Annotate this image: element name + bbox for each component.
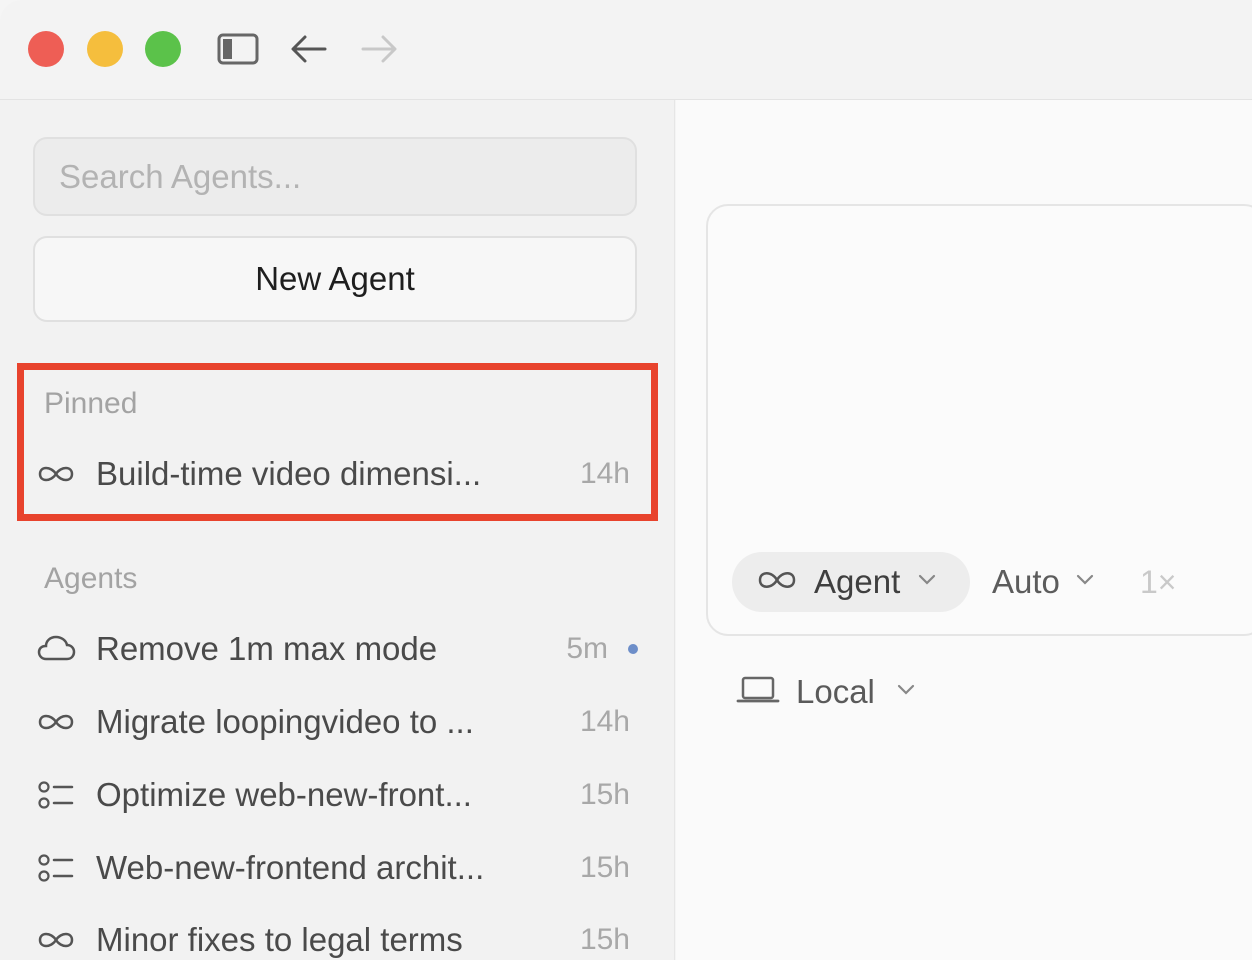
infinity-icon [756, 569, 798, 596]
environment-dropdown[interactable]: Local [736, 662, 915, 722]
agent-title: Optimize web-new-front... [96, 776, 472, 813]
agent-time: 14h [579, 705, 630, 738]
agent-time: 15h [579, 923, 630, 956]
agent-title: Migrate loopingvideo to ... [96, 703, 474, 740]
agent-time: 5m [566, 632, 608, 665]
checklist-icon [36, 775, 80, 815]
composer-box[interactable]: Agent Auto 1× [706, 204, 1252, 636]
pinned-item-title: Build-time video dimensi... [96, 455, 482, 492]
chevron-down-icon [897, 683, 915, 701]
agent-time: 15h [579, 778, 630, 811]
cloud-icon [36, 629, 80, 669]
agent-mode-label: Agent [814, 563, 901, 600]
unread-dot [628, 644, 638, 654]
pinned-item[interactable]: Build-time video dimensi... 14h [36, 444, 640, 504]
infinity-icon [36, 454, 80, 494]
minimize-window-button[interactable] [87, 31, 123, 67]
checklist-icon [36, 848, 80, 888]
chevron-down-icon [918, 573, 936, 591]
agent-list-item[interactable]: Optimize web-new-front... 15h [36, 765, 640, 825]
agent-list-item[interactable]: Remove 1m max mode 5m [36, 619, 640, 679]
agent-list-item[interactable]: Minor fixes to legal terms 15h [36, 910, 640, 960]
multiplier-badge[interactable]: 1× [1140, 552, 1176, 612]
agent-title: Remove 1m max mode [96, 630, 438, 667]
agents-header: Agents [44, 562, 138, 595]
model-label: Auto [992, 563, 1060, 600]
agent-list-item[interactable]: Migrate loopingvideo to ... 14h [36, 692, 640, 752]
sidebar: Search Agents... New Agent Pinned Build-… [0, 100, 675, 960]
back-arrow-icon[interactable] [286, 28, 332, 70]
pinned-header: Pinned [44, 387, 138, 420]
app-window: Search Agents... New Agent Pinned Build-… [0, 0, 1252, 960]
agent-title: Web-new-frontend archit... [96, 849, 485, 886]
agent-mode-dropdown[interactable]: Agent [732, 552, 970, 612]
main-panel: Agent Auto 1× Local [676, 100, 1252, 960]
laptop-icon [736, 675, 780, 710]
sidebar-toggle-icon[interactable] [214, 28, 262, 70]
pinned-item-time: 14h [579, 457, 630, 490]
new-agent-button[interactable]: New Agent [33, 236, 637, 322]
search-agents-input[interactable]: Search Agents... [33, 137, 637, 216]
chevron-down-icon [1076, 573, 1094, 591]
new-agent-label: New Agent [255, 260, 415, 297]
agent-title: Minor fixes to legal terms [96, 921, 463, 958]
model-dropdown[interactable]: Auto [992, 552, 1094, 612]
forward-arrow-icon[interactable] [356, 28, 402, 70]
zoom-window-button[interactable] [145, 31, 181, 67]
agent-list-item[interactable]: Web-new-frontend archit... 15h [36, 838, 640, 898]
environment-label: Local [796, 673, 875, 710]
search-placeholder: Search Agents... [59, 157, 302, 195]
agent-time: 15h [579, 851, 630, 884]
close-window-button[interactable] [28, 31, 64, 67]
infinity-icon [36, 920, 80, 960]
infinity-icon [36, 702, 80, 742]
title-bar [0, 0, 1252, 100]
